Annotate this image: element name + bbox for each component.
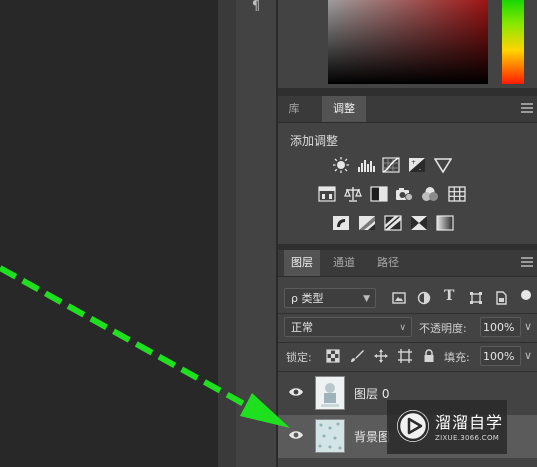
chevron-down-icon: ∨ [399, 323, 406, 333]
watermark-title: 溜溜自学 [435, 413, 504, 432]
vibrance-icon[interactable] [434, 157, 452, 173]
levels-icon[interactable] [357, 157, 375, 173]
tab-adjustments[interactable]: 调整 [322, 96, 366, 122]
layer-thumbnail [315, 376, 345, 410]
paragraph-icon[interactable]: ¶ [246, 0, 266, 16]
photo-filter-icon[interactable] [395, 186, 413, 202]
lock-label: 锁定: [286, 351, 312, 364]
visibility-eye-icon[interactable] [288, 386, 304, 398]
divider [278, 313, 537, 314]
fill-chevron-icon[interactable]: ∨ [524, 349, 532, 362]
svg-text:-: - [419, 166, 421, 173]
collapsed-panel-strip: ¶ [236, 0, 277, 467]
layers-tabbar: 图层 通道 路径 [278, 250, 537, 277]
tab-channels[interactable]: 通道 [326, 250, 362, 276]
tab-library[interactable]: 库 [278, 96, 310, 122]
watermark: 溜溜自学 ZIXUE.3066.COM [387, 400, 507, 454]
play-logo-icon [397, 410, 429, 442]
shape-filter-icon[interactable] [469, 291, 483, 305]
tab-layers[interactable]: 图层 [284, 250, 320, 276]
chevron-down-icon: ▼ [363, 294, 370, 304]
panel-menu-icon[interactable] [521, 103, 533, 113]
threshold-icon[interactable] [384, 215, 402, 231]
fill-value: 100% [483, 350, 515, 363]
add-adjustment-title: 添加调整 [290, 134, 339, 148]
brightness-contrast-icon[interactable] [332, 157, 350, 173]
layer-filter-dropdown[interactable]: ρ 类型 ▼ [284, 288, 376, 308]
canvas-scrollbar-area [218, 0, 236, 467]
selective-color-icon[interactable] [410, 215, 428, 231]
adjustment-filter-icon[interactable] [417, 291, 431, 305]
curves-icon[interactable] [382, 157, 400, 173]
adjustments-tabbar: 库 调整 [278, 96, 537, 123]
color-field-shade [328, 0, 488, 84]
invert-icon[interactable] [332, 215, 350, 231]
svg-text:+: + [411, 159, 416, 166]
hue-saturation-icon[interactable] [318, 186, 336, 202]
lock-transparent-pixels-icon[interactable] [326, 349, 340, 363]
smart-object-filter-icon[interactable] [494, 291, 508, 305]
tab-paths[interactable]: 路径 [370, 250, 406, 276]
hue-slider[interactable] [502, 0, 524, 84]
fill-input[interactable]: 100% [480, 346, 521, 366]
layer-filter-label: ρ 类型 [291, 292, 324, 305]
color-field[interactable] [328, 0, 488, 84]
lock-position-icon[interactable] [374, 349, 388, 363]
lock-all-icon[interactable] [422, 349, 436, 363]
image-filter-icon[interactable] [392, 291, 406, 305]
opacity-chevron-icon[interactable]: ∨ [524, 320, 532, 333]
gradient-map-icon[interactable] [436, 215, 454, 231]
lock-artboard-icon[interactable] [398, 349, 412, 363]
lock-image-pixels-icon[interactable] [350, 349, 364, 363]
panel-menu-icon[interactable] [521, 257, 533, 267]
layer-thumbnail [315, 419, 345, 453]
opacity-value: 100% [483, 321, 515, 334]
posterize-icon[interactable] [358, 215, 376, 231]
document-canvas[interactable] [0, 0, 218, 467]
filter-toggle-icon[interactable] [519, 289, 533, 303]
opacity-label: 不透明度: [419, 322, 467, 335]
blend-mode-value: 正常 [291, 321, 313, 334]
color-lookup-icon[interactable] [448, 186, 466, 202]
channel-mixer-icon[interactable] [421, 186, 439, 202]
visibility-eye-icon[interactable] [288, 429, 304, 441]
layer-name: 背景图 [354, 430, 391, 444]
opacity-input[interactable]: 100% [480, 317, 521, 337]
blend-mode-dropdown[interactable]: 正常 ∨ [284, 317, 412, 337]
color-balance-icon[interactable] [344, 186, 362, 202]
type-filter-icon[interactable]: T [444, 288, 458, 304]
fill-label: 填充: [444, 351, 470, 364]
black-white-icon[interactable] [370, 186, 388, 202]
exposure-icon[interactable]: + - [408, 157, 426, 173]
layer-name: 图层 0 [354, 387, 390, 401]
right-panels: 库 调整 添加调整 + - 图层 通道 路径 ρ 类型 ▼ T 正常 ∨ 不透明… [278, 0, 537, 467]
panel-separator [278, 88, 537, 96]
divider [278, 342, 537, 343]
watermark-url: ZIXUE.3066.COM [435, 434, 500, 442]
